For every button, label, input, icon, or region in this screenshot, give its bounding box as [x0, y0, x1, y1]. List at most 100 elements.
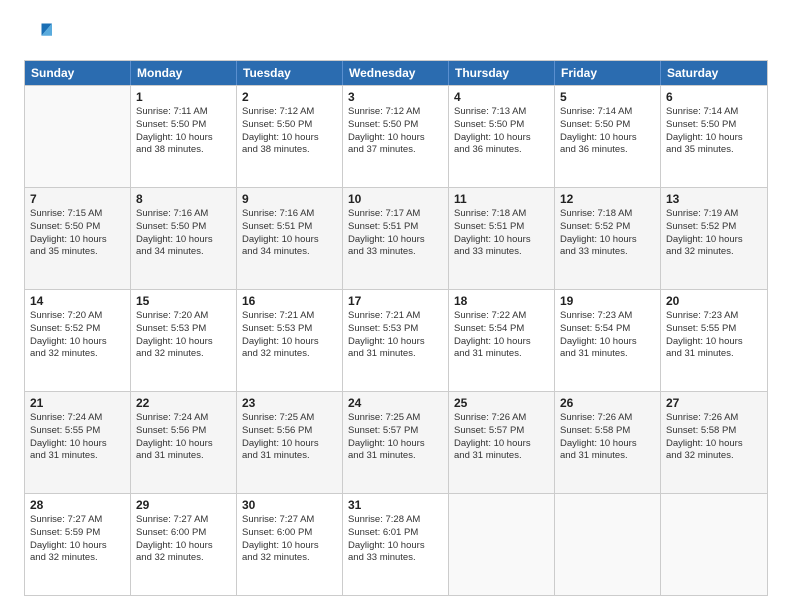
- cell-info-line: and 36 minutes.: [560, 144, 655, 157]
- cell-info-line: Sunset: 5:56 PM: [136, 425, 231, 438]
- cal-cell-day-21: 21Sunrise: 7:24 AMSunset: 5:55 PMDayligh…: [25, 392, 131, 493]
- cell-info-line: Sunrise: 7:20 AM: [136, 310, 231, 323]
- cal-cell-day-24: 24Sunrise: 7:25 AMSunset: 5:57 PMDayligh…: [343, 392, 449, 493]
- cal-cell-day-8: 8Sunrise: 7:16 AMSunset: 5:50 PMDaylight…: [131, 188, 237, 289]
- day-number: 30: [242, 498, 337, 512]
- cell-info-line: Sunrise: 7:27 AM: [242, 514, 337, 527]
- cell-info-line: and 37 minutes.: [348, 144, 443, 157]
- day-number: 18: [454, 294, 549, 308]
- cell-info-line: Sunset: 5:50 PM: [30, 221, 125, 234]
- cell-info-line: Sunrise: 7:25 AM: [242, 412, 337, 425]
- cell-info-line: and 31 minutes.: [136, 450, 231, 463]
- cell-info-line: and 35 minutes.: [30, 246, 125, 259]
- cell-info-line: Daylight: 10 hours: [560, 336, 655, 349]
- cell-info-line: Sunset: 5:50 PM: [560, 119, 655, 132]
- cell-info-line: Sunset: 5:50 PM: [242, 119, 337, 132]
- day-number: 27: [666, 396, 762, 410]
- cell-info-line: and 32 minutes.: [30, 552, 125, 565]
- cal-cell-day-12: 12Sunrise: 7:18 AMSunset: 5:52 PMDayligh…: [555, 188, 661, 289]
- cal-cell-day-29: 29Sunrise: 7:27 AMSunset: 6:00 PMDayligh…: [131, 494, 237, 595]
- cell-info-line: Daylight: 10 hours: [242, 132, 337, 145]
- calendar: SundayMondayTuesdayWednesdayThursdayFrid…: [24, 60, 768, 596]
- cell-info-line: Sunrise: 7:23 AM: [560, 310, 655, 323]
- cell-info-line: and 38 minutes.: [136, 144, 231, 157]
- cell-info-line: Sunset: 5:55 PM: [666, 323, 762, 336]
- day-number: 3: [348, 90, 443, 104]
- cal-cell-day-26: 26Sunrise: 7:26 AMSunset: 5:58 PMDayligh…: [555, 392, 661, 493]
- day-number: 4: [454, 90, 549, 104]
- cal-cell-day-23: 23Sunrise: 7:25 AMSunset: 5:56 PMDayligh…: [237, 392, 343, 493]
- cell-info-line: Daylight: 10 hours: [30, 234, 125, 247]
- cell-info-line: Sunrise: 7:14 AM: [560, 106, 655, 119]
- cell-info-line: Sunrise: 7:28 AM: [348, 514, 443, 527]
- cell-info-line: Sunrise: 7:14 AM: [666, 106, 762, 119]
- day-number: 15: [136, 294, 231, 308]
- cell-info-line: Sunrise: 7:12 AM: [242, 106, 337, 119]
- day-number: 20: [666, 294, 762, 308]
- cal-cell-day-7: 7Sunrise: 7:15 AMSunset: 5:50 PMDaylight…: [25, 188, 131, 289]
- cell-info-line: Sunset: 5:58 PM: [666, 425, 762, 438]
- day-number: 16: [242, 294, 337, 308]
- cal-cell-day-5: 5 Sunrise: 7:14 AMSunset: 5:50 PMDaylight…: [555, 86, 661, 187]
- cal-cell-day-4: 4Sunrise: 7:13 AMSunset: 5:50 PMDaylight…: [449, 86, 555, 187]
- cal-cell-day-2: 2 Sunrise: 7:12 AMSunset: 5:50 PMDaylight…: [237, 86, 343, 187]
- cal-header-friday: Friday: [555, 61, 661, 85]
- cal-cell-day-15: 15Sunrise: 7:20 AMSunset: 5:53 PMDayligh…: [131, 290, 237, 391]
- cell-info-line: and 32 minutes.: [666, 246, 762, 259]
- calendar-header-row: SundayMondayTuesdayWednesdayThursdayFrid…: [25, 61, 767, 85]
- cell-info-line: Sunset: 5:55 PM: [30, 425, 125, 438]
- cell-info-line: Daylight: 10 hours: [560, 132, 655, 145]
- cell-info-line: Daylight: 10 hours: [30, 336, 125, 349]
- cell-info-line: Sunrise: 7:25 AM: [348, 412, 443, 425]
- cal-cell-day-9: 9Sunrise: 7:16 AMSunset: 5:51 PMDaylight…: [237, 188, 343, 289]
- day-number: 23: [242, 396, 337, 410]
- cell-info-line: and 32 minutes.: [242, 348, 337, 361]
- cell-info-line: and 31 minutes.: [242, 450, 337, 463]
- cell-info-line: Sunset: 5:56 PM: [242, 425, 337, 438]
- cell-info-line: Sunrise: 7:21 AM: [242, 310, 337, 323]
- cell-info-line: Sunset: 5:53 PM: [348, 323, 443, 336]
- cal-week-3: 14Sunrise: 7:20 AMSunset: 5:52 PMDayligh…: [25, 289, 767, 391]
- cell-info-line: Sunset: 5:50 PM: [348, 119, 443, 132]
- cal-cell-day-22: 22Sunrise: 7:24 AMSunset: 5:56 PMDayligh…: [131, 392, 237, 493]
- day-number: 7: [30, 192, 125, 206]
- cal-header-wednesday: Wednesday: [343, 61, 449, 85]
- cell-info-line: and 31 minutes.: [560, 348, 655, 361]
- cell-info-line: Daylight: 10 hours: [136, 438, 231, 451]
- cell-info-line: Sunset: 5:52 PM: [560, 221, 655, 234]
- cell-info-line: and 33 minutes.: [454, 246, 549, 259]
- cell-info-line: Sunset: 5:54 PM: [560, 323, 655, 336]
- cal-cell-empty: [661, 494, 767, 595]
- day-number: 19: [560, 294, 655, 308]
- cell-info-line: Sunset: 5:50 PM: [136, 221, 231, 234]
- cell-info-line: Daylight: 10 hours: [454, 438, 549, 451]
- day-number: 2: [242, 90, 337, 104]
- cell-info-line: Sunrise: 7:23 AM: [666, 310, 762, 323]
- cell-info-line: Sunset: 5:51 PM: [348, 221, 443, 234]
- cell-info-line: Sunset: 5:57 PM: [454, 425, 549, 438]
- page-header: [24, 20, 768, 48]
- cal-week-5: 28Sunrise: 7:27 AMSunset: 5:59 PMDayligh…: [25, 493, 767, 595]
- cell-info-line: and 32 minutes.: [30, 348, 125, 361]
- cell-info-line: and 31 minutes.: [666, 348, 762, 361]
- cell-info-line: Sunrise: 7:24 AM: [30, 412, 125, 425]
- day-number: 11: [454, 192, 549, 206]
- cell-info-line: Daylight: 10 hours: [560, 438, 655, 451]
- cell-info-line: Daylight: 10 hours: [136, 132, 231, 145]
- cell-info-line: Sunrise: 7:16 AM: [242, 208, 337, 221]
- cell-info-line: and 31 minutes.: [30, 450, 125, 463]
- day-number: 13: [666, 192, 762, 206]
- day-number: 12: [560, 192, 655, 206]
- cell-info-line: Sunrise: 7:12 AM: [348, 106, 443, 119]
- cell-info-line: Sunset: 5:54 PM: [454, 323, 549, 336]
- cell-info-line: Daylight: 10 hours: [348, 336, 443, 349]
- cell-info-line: Daylight: 10 hours: [666, 438, 762, 451]
- cell-info-line: and 31 minutes.: [560, 450, 655, 463]
- day-number: 5: [560, 90, 655, 104]
- logo-icon: [24, 20, 52, 48]
- day-number: 1: [136, 90, 231, 104]
- cell-info-line: and 33 minutes.: [348, 246, 443, 259]
- cell-info-line: Daylight: 10 hours: [242, 234, 337, 247]
- cell-info-line: Sunrise: 7:24 AM: [136, 412, 231, 425]
- cell-info-line: and 34 minutes.: [136, 246, 231, 259]
